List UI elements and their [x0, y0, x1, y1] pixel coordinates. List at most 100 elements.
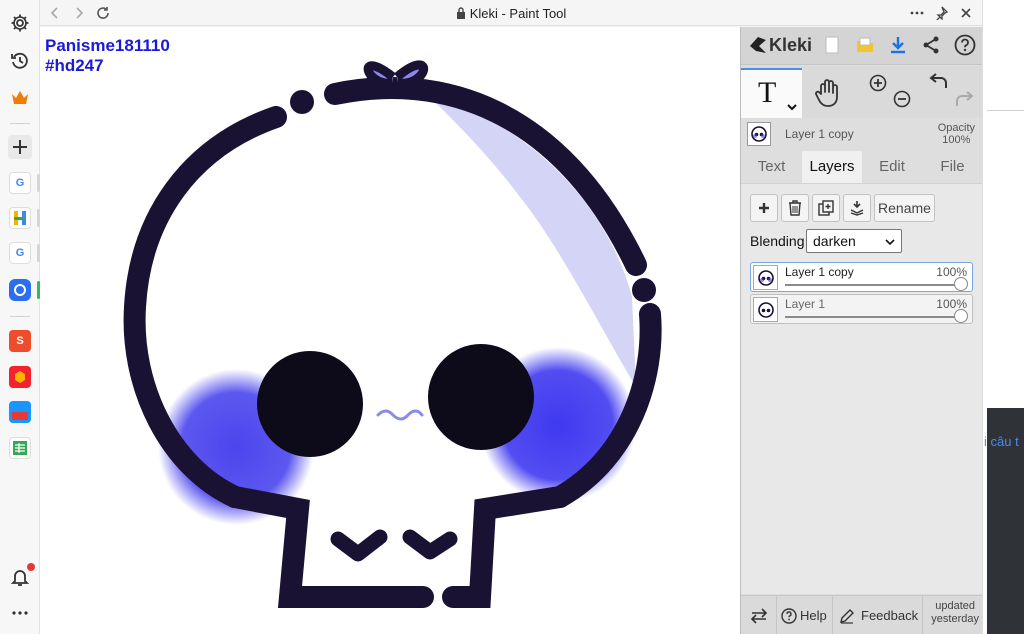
- updated-line2: yesterday: [931, 613, 979, 625]
- jaw-outline: [224, 486, 571, 608]
- rename-layer-button[interactable]: Rename: [874, 194, 935, 222]
- feedback-button[interactable]: Feedback: [833, 596, 923, 634]
- screen: G G S Kleki - Paint Tool Panisme181110 #…: [0, 0, 1024, 634]
- panel-tabs: Text Layers Edit File: [741, 151, 983, 183]
- eye-right: [428, 344, 534, 450]
- current-layer-thumbnail: [747, 122, 771, 146]
- mouth: [376, 409, 424, 421]
- window-titlebar: Kleki - Paint Tool: [40, 0, 982, 26]
- hand-tool-icon[interactable]: [815, 78, 843, 113]
- tab-edit[interactable]: Edit: [862, 151, 922, 183]
- new-image-icon[interactable]: [821, 34, 843, 56]
- text-tool-icon: T: [758, 76, 777, 109]
- tab-layers[interactable]: Layers: [802, 151, 862, 183]
- google-app-icon-2[interactable]: G: [9, 242, 31, 264]
- background-link-text[interactable]: i câu t: [984, 434, 1024, 449]
- layers-tab-content: Rename Blending darken Layer 1 copy 100%: [741, 183, 983, 594]
- layer-thumbnail: [753, 265, 778, 290]
- browser-sidebar: G G S: [0, 0, 40, 634]
- layer-opacity-knob[interactable]: [954, 277, 968, 291]
- blending-value: darken: [813, 233, 856, 249]
- layer-name: Layer 1: [785, 297, 826, 311]
- help-label: Help: [800, 608, 827, 623]
- blending-label: Blending: [750, 233, 805, 249]
- sidebar-divider: [10, 316, 30, 317]
- updated-line1: updated: [935, 600, 976, 612]
- duplicate-icon: [818, 200, 834, 216]
- text-tool-button[interactable]: T: [741, 68, 802, 118]
- chevron-down-icon[interactable]: [787, 104, 797, 112]
- window-title: Kleki - Paint Tool: [40, 6, 982, 21]
- panel-footer: Help Feedback updated yesterday: [741, 595, 983, 634]
- zoom-out-icon[interactable]: [893, 90, 911, 113]
- pin-icon[interactable]: [932, 4, 950, 22]
- chevron-down-icon: [885, 232, 895, 254]
- add-layer-button[interactable]: [750, 194, 778, 222]
- outline-dot-right: [632, 278, 656, 302]
- drawing-canvas[interactable]: Panisme181110 #hd247: [40, 27, 740, 634]
- tiki-app-icon[interactable]: [9, 401, 31, 423]
- layer-name: Layer 1 copy: [785, 265, 854, 279]
- layer-opacity-slider[interactable]: [785, 284, 962, 286]
- google-app-icon[interactable]: G: [9, 172, 31, 194]
- history-icon[interactable]: [8, 49, 32, 73]
- zalo-app-icon[interactable]: [9, 279, 31, 301]
- feedback-label: Feedback: [861, 608, 919, 623]
- opacity-label: Opacity: [937, 122, 975, 134]
- zoom-in-icon[interactable]: [869, 74, 887, 97]
- crown-icon[interactable]: [8, 86, 32, 110]
- help-icon[interactable]: [954, 34, 976, 56]
- sheets-app-icon[interactable]: [9, 437, 31, 459]
- trash-icon: [789, 200, 801, 216]
- merge-down-icon: [850, 201, 864, 216]
- sidebar-divider: [10, 123, 30, 124]
- add-app-icon[interactable]: [8, 135, 32, 159]
- updated-status[interactable]: updated yesterday: [931, 600, 979, 626]
- tools-row: T: [741, 66, 983, 118]
- skull-drawing: [123, 60, 662, 608]
- save-download-icon[interactable]: [887, 34, 909, 56]
- tooth-left: [330, 529, 388, 562]
- close-icon[interactable]: [957, 4, 975, 22]
- blending-select[interactable]: darken: [806, 229, 902, 253]
- undo-icon[interactable]: [929, 72, 949, 95]
- import-folder-icon[interactable]: [854, 34, 876, 56]
- merge-down-button[interactable]: [843, 194, 871, 222]
- share-icon[interactable]: [920, 34, 942, 56]
- notification-dot: [27, 563, 35, 571]
- kleki-logo-text: Kleki: [769, 34, 813, 55]
- shopee-app-icon[interactable]: S: [9, 330, 31, 352]
- tab-text[interactable]: Text: [741, 151, 802, 183]
- redo-icon[interactable]: [954, 90, 974, 113]
- layer-row-layer-1-copy[interactable]: Layer 1 copy 100%: [750, 262, 973, 292]
- current-layer-name: Layer 1 copy: [785, 127, 854, 141]
- delete-layer-button[interactable]: [781, 194, 809, 222]
- hoteljob-app-icon[interactable]: [9, 207, 31, 229]
- more-icon[interactable]: [908, 4, 926, 22]
- settings-gear-icon[interactable]: [8, 11, 32, 35]
- layer-thumbnail: [753, 297, 778, 322]
- help-circle-icon: [781, 607, 797, 624]
- plus-icon: [759, 203, 769, 213]
- window-title-text: Kleki - Paint Tool: [469, 6, 567, 21]
- more-options-icon[interactable]: [8, 601, 32, 625]
- swap-arrows-icon: [750, 607, 767, 624]
- tab-file[interactable]: File: [922, 151, 983, 183]
- panel-header: Kleki: [741, 27, 983, 65]
- duplicate-layer-button[interactable]: [812, 194, 840, 222]
- watermark-line2: #hd247: [45, 56, 104, 75]
- current-layer-info: Layer 1 copy Opacity 100%: [741, 118, 983, 152]
- swap-side-button[interactable]: [741, 596, 777, 634]
- kleki-logo: Kleki: [747, 34, 812, 56]
- kleki-panel: Kleki T Layer 1 copy Opacity 100% Text L…: [740, 27, 983, 634]
- layer-opacity-slider[interactable]: [785, 316, 962, 318]
- watermark-line1: Panisme181110: [45, 36, 170, 55]
- opacity-value: 100%: [942, 134, 971, 146]
- eye-left: [257, 351, 363, 457]
- background-divider: [987, 110, 1024, 111]
- layer-opacity-knob[interactable]: [954, 309, 968, 323]
- lazada-app-icon[interactable]: [9, 366, 31, 388]
- help-button[interactable]: Help: [777, 596, 833, 634]
- tooth-right: [402, 529, 458, 560]
- layer-row-layer-1[interactable]: Layer 1 100%: [750, 294, 973, 324]
